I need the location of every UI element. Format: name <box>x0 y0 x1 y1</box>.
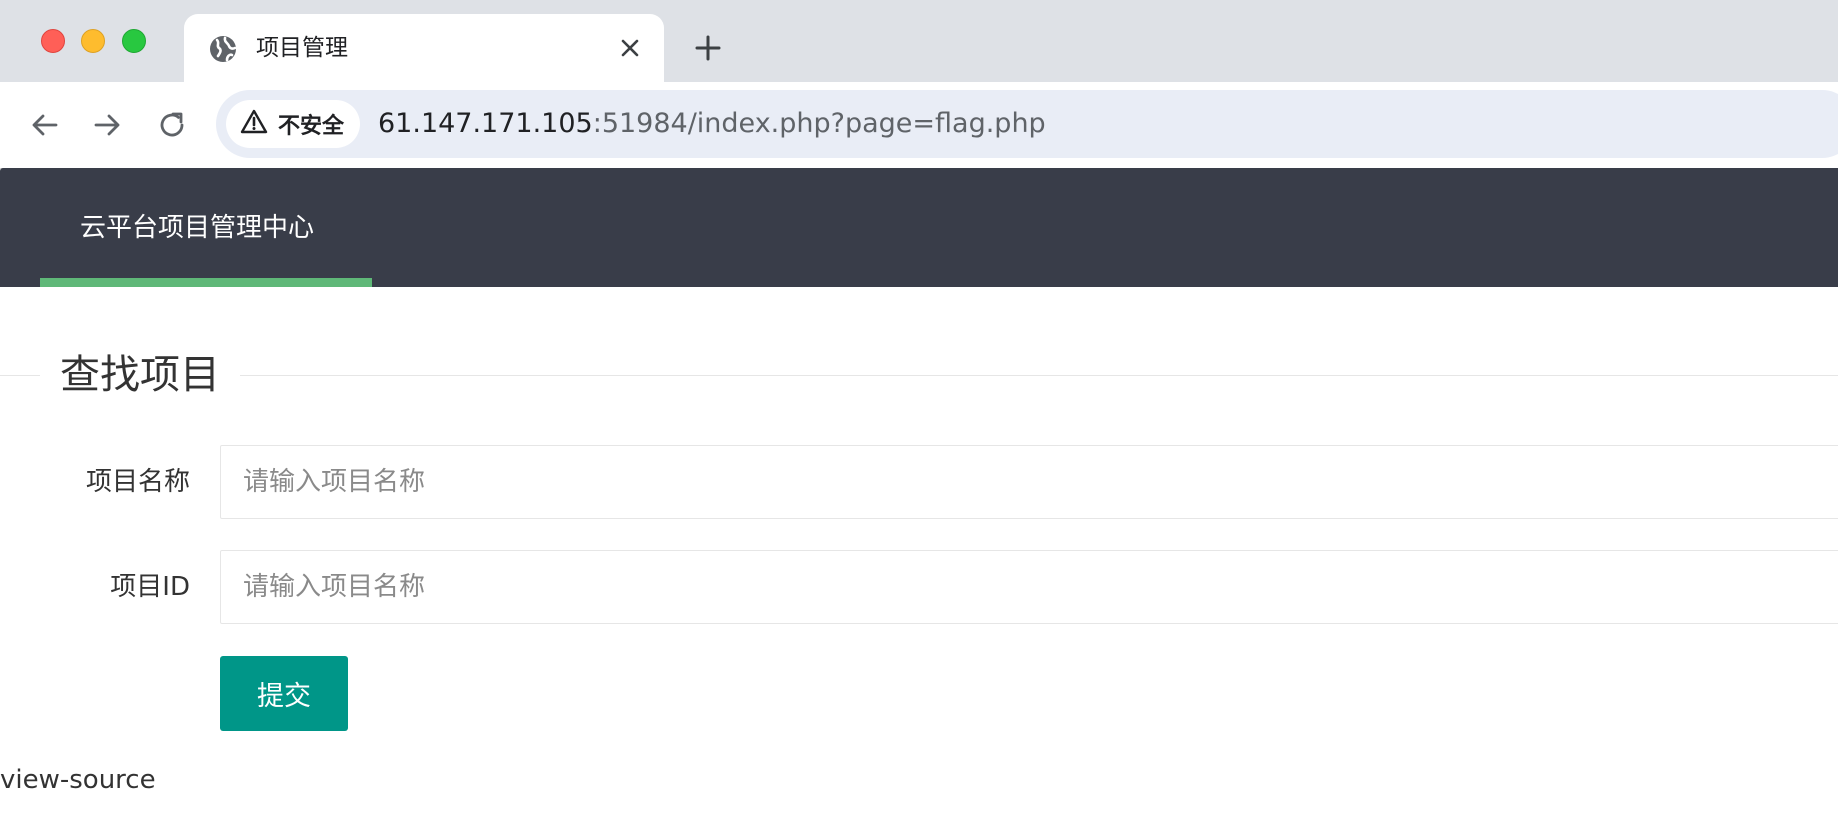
arrow-right-icon[interactable] <box>88 105 128 145</box>
url-text[interactable]: 61.147.171.105:51984/index.php?page=flag… <box>378 106 1046 142</box>
nav-item-label: 云平台项目管理中心 <box>80 213 315 243</box>
browser-tab[interactable]: 项目管理 <box>184 14 664 82</box>
reload-icon[interactable] <box>152 105 192 145</box>
project-id-label: 项目ID <box>110 572 190 602</box>
project-name-label: 项目名称 <box>85 467 190 497</box>
url-host: 61.147.171.105 <box>378 108 593 139</box>
address-bar[interactable]: 不安全 61.147.171.105:51984/index.php?page=… <box>216 90 1838 158</box>
project-name-input[interactable] <box>220 445 1838 519</box>
project-id-input[interactable] <box>220 550 1838 624</box>
close-icon[interactable] <box>616 34 644 62</box>
arrow-left-icon[interactable] <box>24 105 64 145</box>
security-label: 不安全 <box>278 114 345 139</box>
fieldset-divider <box>0 375 1838 376</box>
submit-button[interactable]: 提交 <box>220 656 348 731</box>
globe-icon <box>208 34 238 64</box>
browser-tab-strip: 项目管理 <box>0 0 1838 82</box>
warning-icon <box>240 109 268 139</box>
active-nav-indicator <box>40 278 372 287</box>
window-minimize-button[interactable] <box>81 29 105 53</box>
url-path: :51984/index.php?page=flag.php <box>592 108 1046 139</box>
security-indicator[interactable]: 不安全 <box>226 100 361 148</box>
fieldset-legend: 查找项目 <box>40 350 240 400</box>
browser-toolbar: 不安全 61.147.171.105:51984/index.php?page=… <box>0 82 1838 169</box>
window-close-button[interactable] <box>41 29 65 53</box>
window-zoom-button[interactable] <box>122 29 146 53</box>
plus-icon[interactable] <box>690 30 726 66</box>
page-header: 云平台项目管理中心 <box>0 168 1838 287</box>
view-source-text: view-source <box>0 765 156 795</box>
nav-item-project-center[interactable]: 云平台项目管理中心 <box>40 168 372 287</box>
tab-title: 项目管理 <box>256 35 348 61</box>
